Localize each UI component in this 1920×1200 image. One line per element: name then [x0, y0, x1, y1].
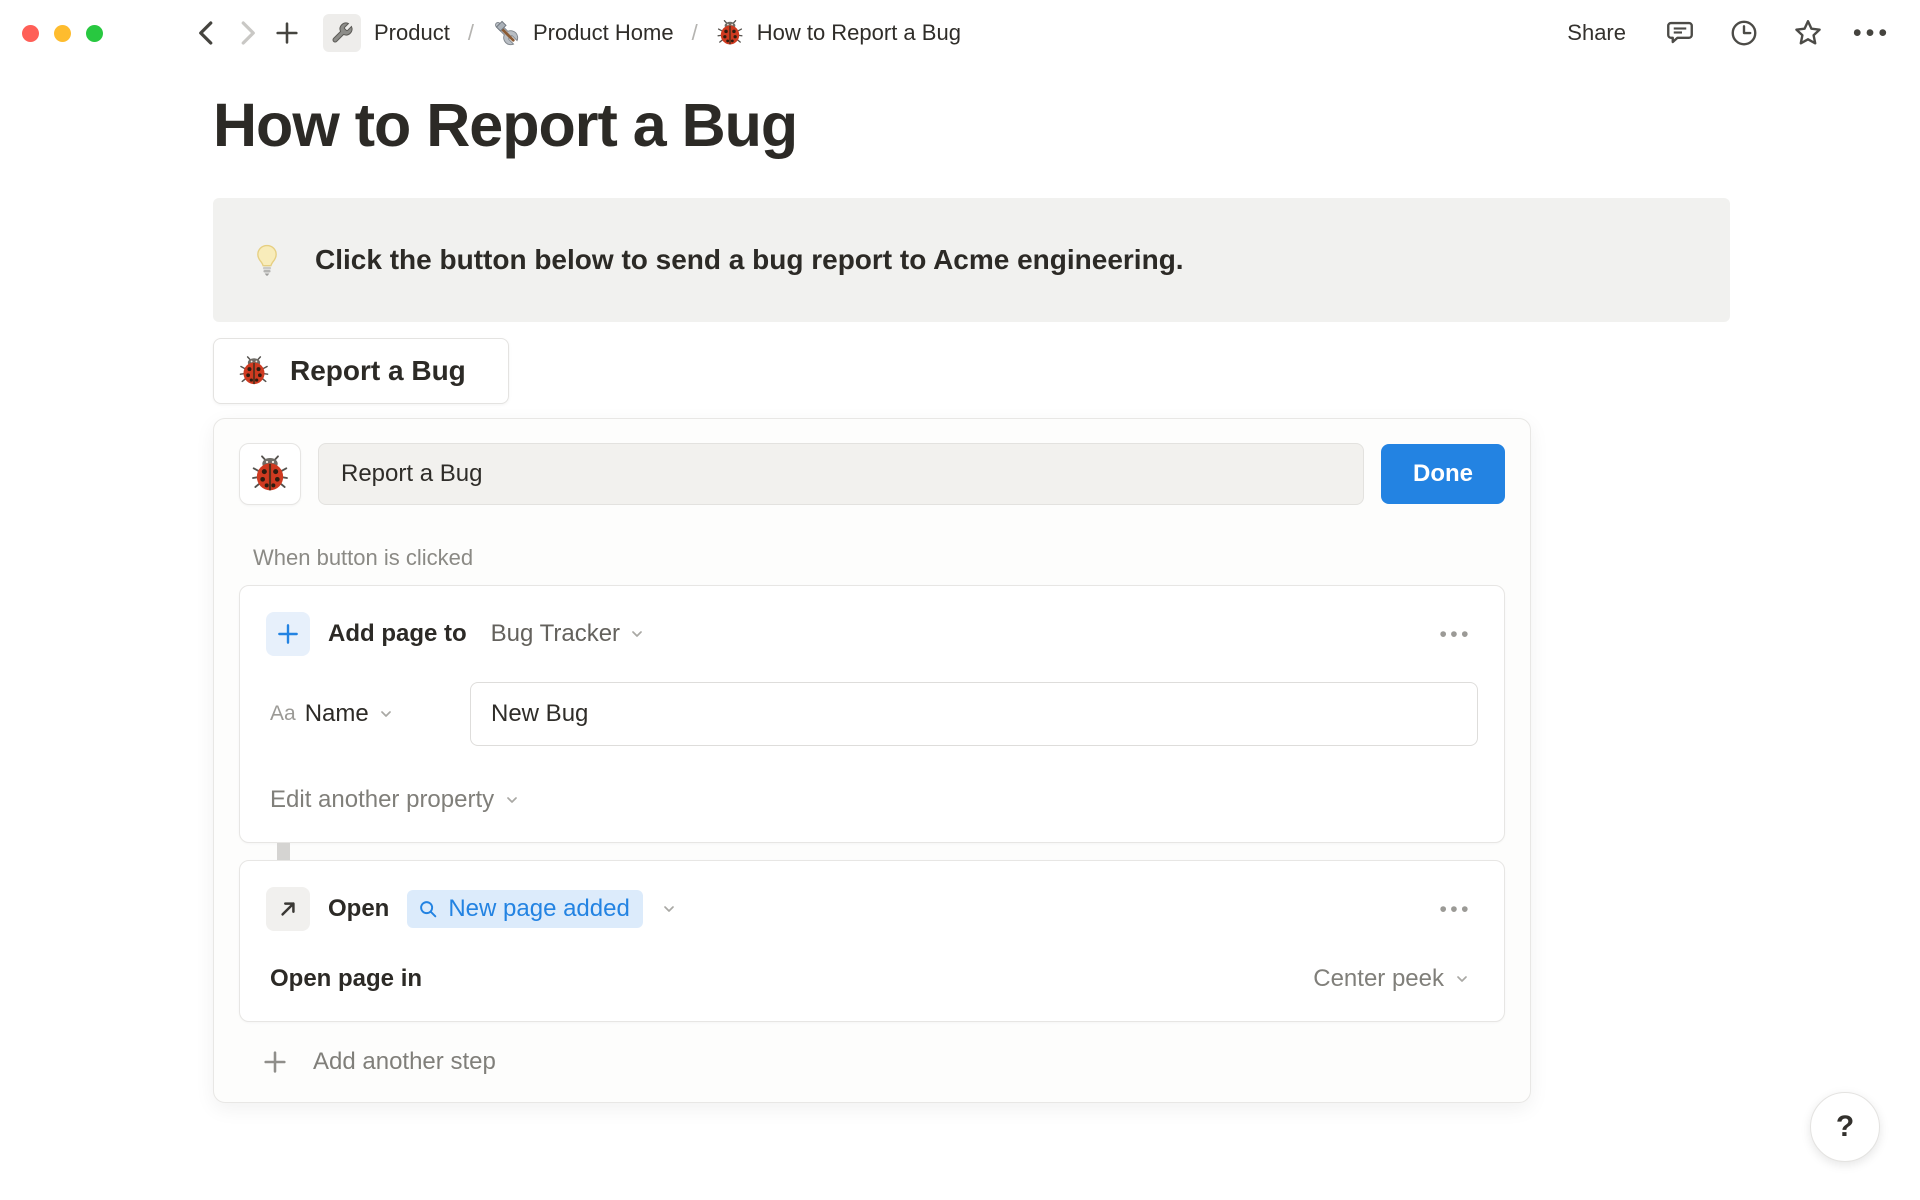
star-icon [1792, 17, 1824, 49]
breadcrumb-label: How to Report a Bug [756, 20, 961, 45]
ladybug-icon [716, 19, 744, 47]
trigger-label: When button is clicked [253, 545, 474, 570]
comment-icon [1665, 18, 1695, 48]
arrow-up-right-icon [275, 896, 301, 922]
open-page-in-label: Open page in [270, 965, 423, 992]
open-target-pill-dropdown[interactable]: New page added [407, 890, 643, 928]
chevron-down-icon [1454, 971, 1470, 987]
breadcrumb-item-product-home[interactable]: Product Home [486, 15, 680, 51]
edit-another-property-button[interactable]: Edit another property [266, 784, 524, 816]
add-another-step-button[interactable]: Add another step [261, 1048, 496, 1076]
ladybug-icon [238, 355, 270, 387]
chevron-down-icon [661, 901, 677, 917]
step-action-label: Open [328, 895, 390, 922]
add-another-step-label: Add another step [313, 1048, 496, 1075]
step-header-row: Add page to Bug Tracker ••• [266, 612, 1478, 656]
favorite-button[interactable] [1788, 13, 1828, 53]
window-controls [22, 24, 103, 42]
button-name-input[interactable] [318, 443, 1364, 505]
chevron-right-icon [232, 18, 262, 48]
ellipsis-icon: ••• [1439, 897, 1472, 921]
open-page-in-value: Center peek [1313, 965, 1444, 992]
question-mark-icon: ? [1835, 1110, 1855, 1143]
add-page-icon [266, 612, 310, 656]
ellipsis-icon: ••• [1439, 622, 1472, 646]
done-button[interactable]: Done [1381, 444, 1505, 504]
clock-icon [1729, 18, 1759, 48]
share-button[interactable]: Share [1557, 14, 1636, 52]
breadcrumb-item-product[interactable]: Product [317, 10, 456, 56]
help-button[interactable]: ? [1810, 1092, 1880, 1162]
close-window-button[interactable] [22, 24, 39, 42]
text-property-icon: Aa [270, 702, 296, 725]
target-database-dropdown[interactable]: Bug Tracker [485, 616, 651, 652]
breadcrumb-label: Product [374, 20, 450, 45]
step-action-label: Add page to [328, 620, 467, 647]
back-button[interactable] [187, 13, 227, 53]
minimize-window-button[interactable] [54, 24, 71, 42]
forward-button[interactable] [227, 13, 267, 53]
breadcrumb: Product / Product Home / How to Report a… [317, 10, 967, 56]
open-page-in-dropdown[interactable]: Center peek [1309, 963, 1474, 995]
chevron-down-icon [378, 706, 394, 722]
step-card-add-page: Add page to Bug Tracker ••• Aa Name Edi [239, 585, 1505, 843]
comments-button[interactable] [1660, 13, 1700, 53]
hammer-wrench-icon [492, 19, 520, 47]
page-title: How to Report a Bug [213, 91, 798, 159]
step-more-button[interactable]: ••• [1433, 620, 1478, 649]
wrench-icon [323, 14, 361, 52]
page-content: How to Report a Bug Click the button bel… [0, 66, 1920, 1103]
open-page-icon [266, 887, 310, 931]
button-editor-panel: Done When button is clicked Add page to … [213, 418, 1531, 1103]
property-value-input[interactable] [470, 682, 1478, 746]
plus-icon [273, 19, 301, 47]
chevron-left-icon [192, 18, 222, 48]
open-target-label: New page added [448, 895, 630, 922]
more-options-button[interactable]: ••• [1852, 13, 1892, 53]
breadcrumb-item-current-page[interactable]: How to Report a Bug [710, 15, 967, 51]
open-page-in-row: Open page in Center peek [266, 963, 1478, 995]
updates-button[interactable] [1724, 13, 1764, 53]
report-a-bug-label: Report a Bug [290, 355, 466, 386]
ladybug-icon [250, 454, 290, 494]
step-header-row: Open New page added ••• [266, 887, 1478, 931]
report-a-bug-button[interactable]: Report a Bug [213, 338, 509, 404]
callout-text: Click the button below to send a bug rep… [315, 244, 1184, 275]
search-icon [417, 898, 439, 920]
sidebar-menu-button[interactable] [133, 13, 173, 53]
property-row: Aa Name [266, 682, 1478, 746]
button-icon-picker[interactable] [239, 443, 301, 505]
edit-another-property-label: Edit another property [270, 786, 495, 813]
target-database-label: Bug Tracker [490, 620, 621, 647]
step-card-open-page: Open New page added ••• Open page in Cen… [239, 860, 1505, 1022]
step-more-button[interactable]: ••• [1433, 895, 1478, 924]
property-name: Name [304, 700, 369, 727]
zoom-window-button[interactable] [86, 24, 103, 42]
chevron-down-icon [504, 792, 520, 808]
callout-emoji-button[interactable] [249, 242, 285, 278]
button-editor-header: Done [239, 443, 1505, 505]
plus-icon [275, 621, 301, 647]
ellipsis-icon: ••• [1852, 18, 1892, 47]
lightbulb-icon [249, 242, 285, 278]
step-connector [277, 843, 290, 860]
chevron-down-icon [629, 626, 645, 642]
callout-block: Click the button below to send a bug rep… [213, 198, 1730, 322]
property-selector-dropdown[interactable]: Aa Name [266, 700, 470, 728]
top-bar: Product / Product Home / How to Report a… [0, 0, 1920, 66]
breadcrumb-separator: / [467, 20, 474, 45]
breadcrumb-label: Product Home [532, 20, 674, 45]
plus-icon [261, 1048, 289, 1076]
new-page-button[interactable] [267, 13, 307, 53]
breadcrumb-separator: / [691, 20, 698, 45]
